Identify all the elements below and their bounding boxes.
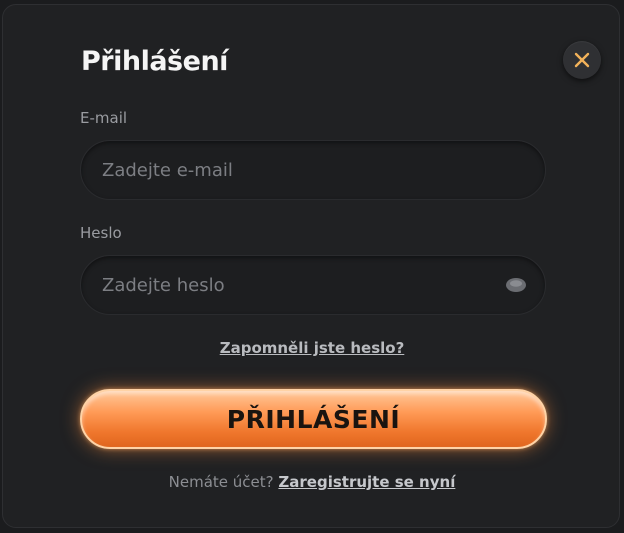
show-password-toggle[interactable] — [505, 274, 527, 296]
email-field-wrap — [80, 140, 546, 200]
forgot-password-link[interactable]: Zapomněli jste heslo? — [220, 339, 405, 357]
register-row: Nemáte účet? Zaregistrujte se nyní — [0, 473, 624, 491]
forgot-password-row: Zapomněli jste heslo? — [0, 339, 624, 357]
register-link[interactable]: Zaregistrujte se nyní — [278, 473, 455, 491]
close-button[interactable] — [563, 41, 601, 79]
close-icon — [574, 52, 590, 68]
password-label: Heslo — [80, 224, 122, 242]
login-submit-button[interactable]: PŘIHLÁŠENÍ — [80, 389, 547, 449]
password-input[interactable] — [81, 256, 545, 314]
password-field-wrap — [80, 255, 546, 315]
eye-icon — [506, 278, 526, 292]
email-label: E-mail — [80, 109, 128, 127]
register-prompt: Nemáte účet? — [168, 473, 274, 491]
email-input[interactable] — [81, 141, 545, 199]
dialog-title: Přihlášení — [81, 46, 228, 77]
